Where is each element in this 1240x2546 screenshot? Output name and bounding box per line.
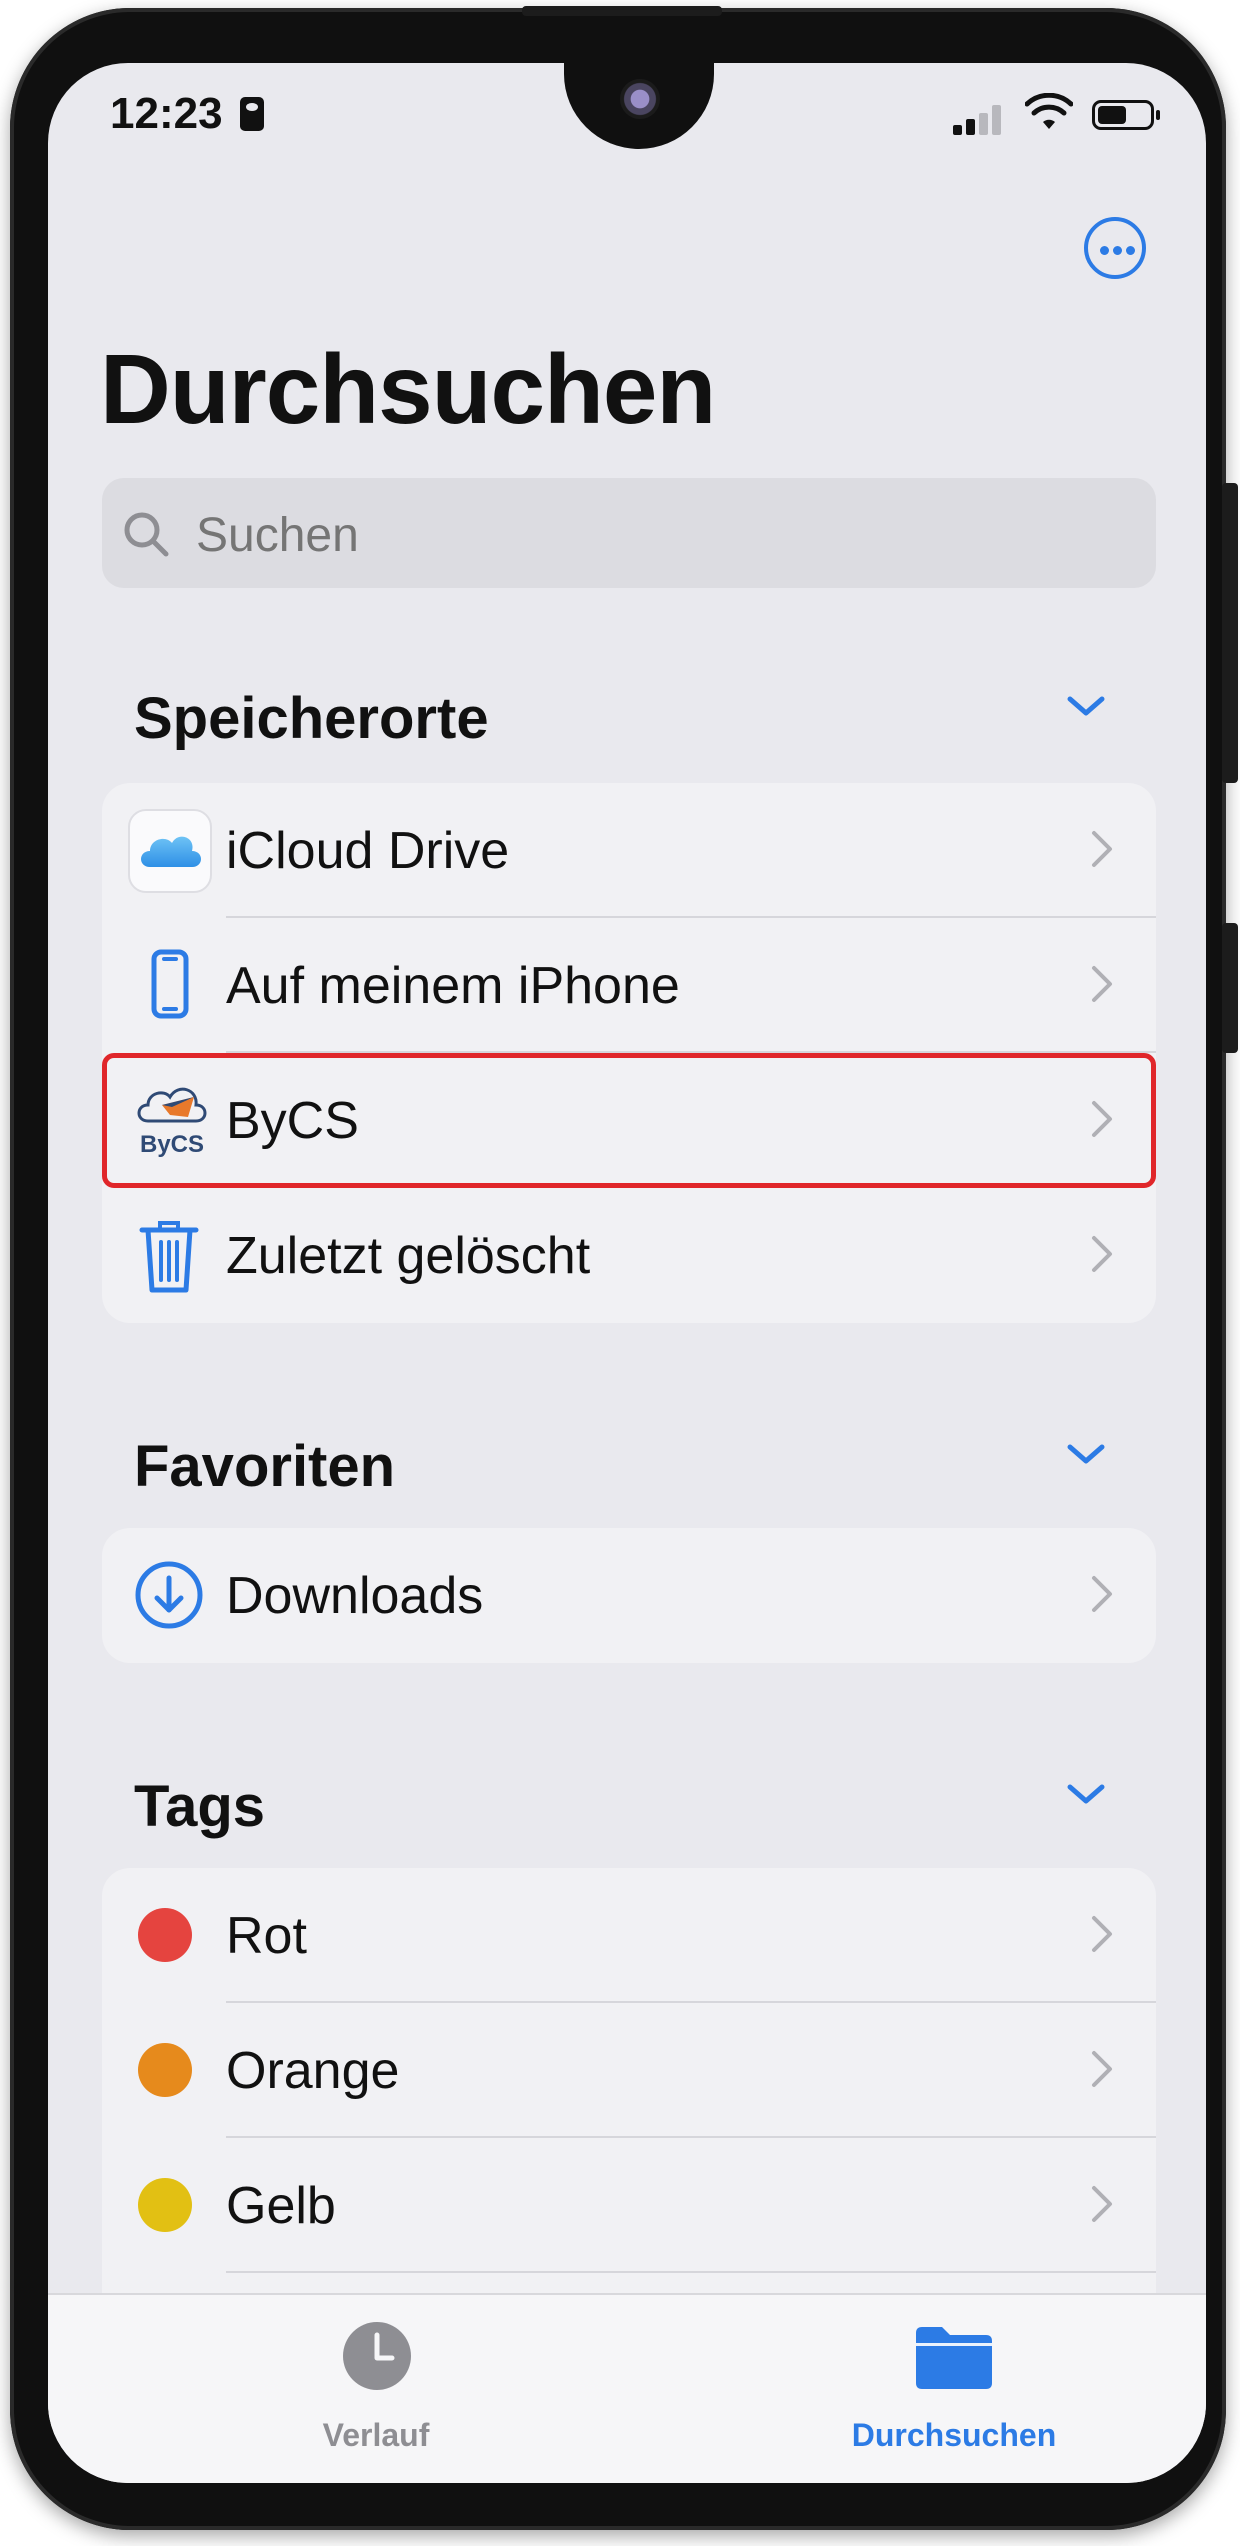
list-item-label: iCloud Drive [226,822,510,880]
trash-icon [139,1221,199,1293]
chevron-right-icon [1092,1576,1112,1612]
list-item-label: Gelb [226,2177,336,2235]
tab-recents[interactable]: Verlauf [176,2295,576,2483]
top-speaker [522,6,722,16]
yellow-tag-dot-icon [138,2178,192,2232]
chevron-right-icon [1092,1101,1112,1137]
list-item-label: Auf meinem iPhone [226,957,680,1015]
list-item-tag-orange[interactable]: Orange [102,2003,1156,2138]
chevron-down-icon[interactable] [1064,689,1108,723]
section-title-favorites: Favoriten [134,1434,396,1499]
folder-icon [916,2327,992,2389]
chevron-right-icon [1092,966,1112,1002]
list-item-label: Downloads [226,1567,484,1625]
chevron-down-icon[interactable] [1064,1437,1108,1471]
red-tag-dot-icon [138,1908,192,1962]
orange-tag-dot-icon [138,2043,192,2097]
list-item-on-my-iphone[interactable]: Auf meinem iPhone [102,918,1156,1053]
section-title-tags: Tags [134,1774,266,1839]
tab-browse[interactable]: Durchsuchen [754,2295,1154,2483]
search-icon [124,512,169,557]
screen: 12:23 Durchsuchen Suchen Speicherorte iC… [48,63,1206,2483]
side-button-upper [1222,483,1238,783]
wifi-icon [1025,93,1073,129]
front-camera [620,79,660,119]
favorites-list: Downloads [102,1528,1156,1663]
list-item-icloud-drive[interactable]: iCloud Drive [102,783,1156,918]
more-options-button[interactable] [1084,217,1146,279]
tab-label: Durchsuchen [851,2417,1057,2453]
search-input[interactable] [196,508,996,563]
bycs-logo-icon: ByCS [132,1075,214,1167]
chevron-right-icon [1092,1916,1112,1952]
chevron-right-icon [1092,2186,1112,2222]
download-icon [135,1561,203,1629]
phone-frame: 12:23 Durchsuchen Suchen Speicherorte iC… [10,6,1238,2530]
tab-bar: Verlauf Durchsuchen [48,2293,1206,2483]
chevron-right-icon [1092,831,1112,867]
list-item-tag-red[interactable]: Rot [102,1868,1156,2003]
search-bar[interactable] [102,478,1156,588]
tab-label: Verlauf [322,2417,430,2453]
list-item-label: Rot [226,1907,307,1965]
status-time: 12:23 [110,89,223,138]
list-item-bycs[interactable]: ByCS ByCS [102,1053,1156,1188]
list-item-recently-deleted[interactable]: Zuletzt gelöscht [102,1188,1156,1323]
icloud-icon [128,809,212,893]
tags-list: Rot Orange Gelb [102,1868,1156,2328]
contact-card-icon [240,97,264,131]
locations-list: iCloud Drive Auf meinem iPhone ByCS ByCS… [102,783,1156,1323]
chevron-right-icon [1092,2051,1112,2087]
list-item-tag-yellow[interactable]: Gelb [102,2138,1156,2273]
section-title-locations: Speicherorte [134,686,489,751]
iphone-icon [151,949,189,1019]
list-item-label: Orange [226,2042,400,2100]
page-title: Durchsuchen [100,334,716,444]
list-item-label: ByCS [226,1092,359,1150]
list-item-downloads[interactable]: Downloads [102,1528,1156,1663]
battery-icon [1092,100,1160,130]
chevron-down-icon[interactable] [1064,1777,1108,1811]
list-item-label: Zuletzt gelöscht [226,1227,591,1285]
chevron-right-icon [1092,1236,1112,1272]
clock-icon [343,2322,411,2390]
bycs-logo-text: ByCS [140,1131,205,1158]
side-button-lower [1222,923,1238,1053]
